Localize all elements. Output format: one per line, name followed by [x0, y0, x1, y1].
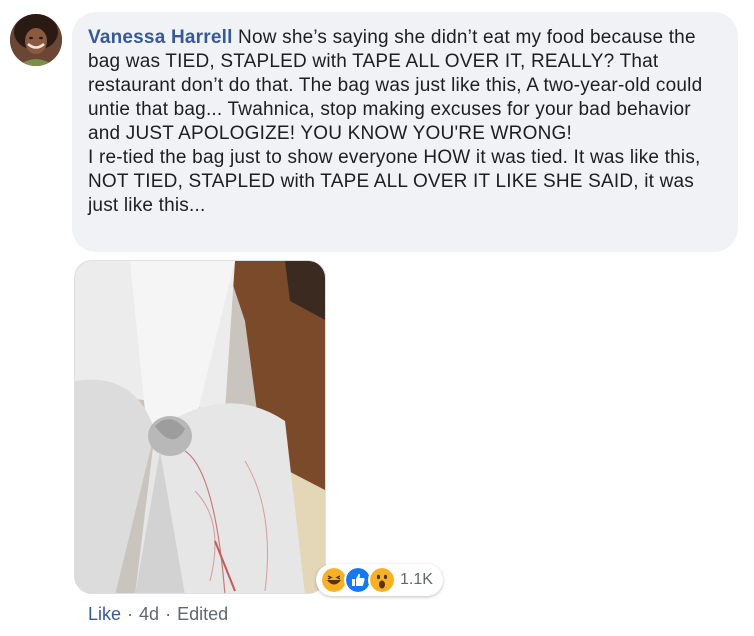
wow-icon: [368, 566, 396, 594]
comment-body: Vanessa Harrell Now she’s saying she did…: [88, 26, 722, 218]
attached-photo[interactable]: [74, 260, 326, 594]
separator: ·: [127, 604, 134, 624]
author-name[interactable]: Vanessa Harrell: [88, 27, 233, 48]
avatar[interactable]: [10, 14, 62, 66]
edited-label[interactable]: Edited: [177, 604, 228, 625]
timestamp[interactable]: 4d: [139, 604, 159, 625]
like-button[interactable]: Like: [88, 604, 121, 625]
reaction-count: 1.1K: [400, 571, 433, 588]
reactions-summary[interactable]: 1.1K: [316, 564, 443, 596]
separator: ·: [165, 604, 172, 624]
comment-bubble: Vanessa Harrell Now she’s saying she did…: [72, 12, 738, 252]
comment-text: Now she’s saying she didn’t eat my food …: [88, 27, 703, 216]
comment-actions: Like · 4d · Edited: [88, 604, 228, 625]
